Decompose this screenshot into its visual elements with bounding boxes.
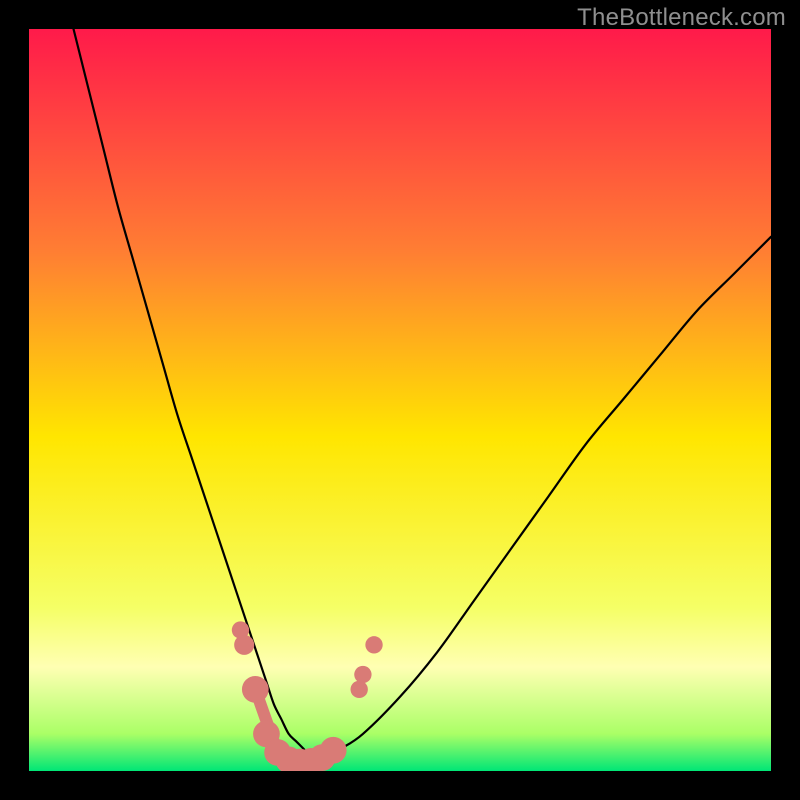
data-marker [351,681,368,698]
bottleneck-plot [29,29,771,771]
chart-frame: TheBottleneck.com [0,0,800,800]
data-marker [234,635,254,655]
data-marker [365,636,382,653]
plot-background [29,29,771,771]
data-marker [320,737,347,764]
data-marker [354,666,371,683]
watermark-text: TheBottleneck.com [577,4,786,32]
data-marker [242,676,269,703]
